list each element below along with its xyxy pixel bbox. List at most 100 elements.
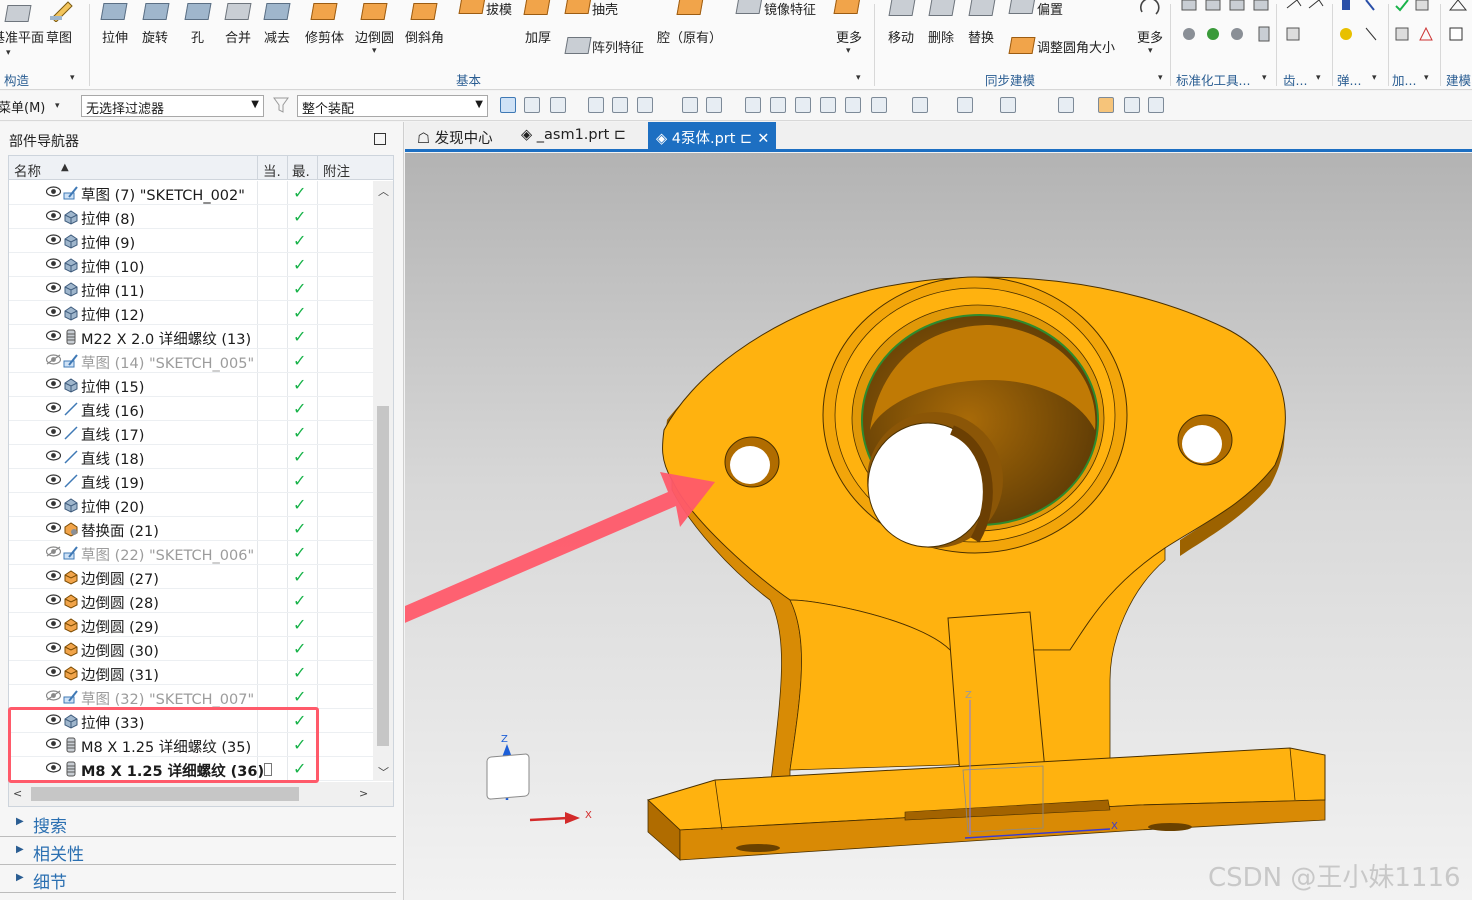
tree-row[interactable]: 拉伸 (20) ✓: [9, 493, 373, 517]
scroll-down-icon[interactable]: ﹀: [378, 764, 389, 780]
visibility-icon[interactable]: [45, 642, 62, 653]
tree-row[interactable]: 拉伸 (15) ✓: [9, 373, 373, 397]
delete-face-button[interactable]: 删除: [928, 27, 954, 46]
horizontal-scroll-thumb[interactable]: [31, 787, 299, 801]
clip-section-icon[interactable]: [871, 97, 887, 113]
shell-button[interactable]: 抽壳: [592, 0, 618, 18]
color-icon[interactable]: [1098, 97, 1114, 113]
wcs-icon[interactable]: [706, 97, 722, 113]
visibility-icon[interactable]: [45, 258, 62, 269]
tree-row[interactable]: 拉伸 (11) ✓: [9, 277, 373, 301]
select-group-icon[interactable]: [612, 97, 628, 113]
subtract-button[interactable]: 减去: [264, 27, 290, 46]
group-add[interactable]: 加...: [1392, 70, 1416, 89]
wireframe-view-icon[interactable]: [845, 97, 861, 113]
tree-row[interactable]: 拉伸 (12) ✓: [9, 301, 373, 325]
visibility-icon[interactable]: [45, 426, 62, 437]
chevron-down-icon[interactable]: ▾: [1316, 73, 1321, 83]
column-current-header[interactable]: 当.: [263, 160, 281, 180]
tree-row[interactable]: 边倒圆 (30) ✓: [9, 637, 373, 661]
tab-asm1[interactable]: ◈ _asm1.prt ⊏: [513, 122, 634, 150]
tree-row[interactable]: 边倒圆 (27) ✓: [9, 565, 373, 589]
tree-row[interactable]: 拉伸 (8) ✓: [9, 205, 373, 229]
unite-button[interactable]: 合并: [225, 27, 251, 46]
sketch-button[interactable]: 草图: [46, 27, 72, 46]
edit-object-display-icon[interactable]: [1058, 97, 1074, 113]
visibility-icon[interactable]: [45, 594, 62, 605]
tree-row[interactable]: 直线 (18) ✓: [9, 445, 373, 469]
visibility-off-icon[interactable]: [45, 546, 62, 557]
thicken-button[interactable]: 加厚: [525, 27, 551, 46]
layer-settings-icon[interactable]: [1000, 97, 1016, 113]
rotate-icon[interactable]: [795, 97, 811, 113]
visibility-icon[interactable]: [45, 234, 62, 245]
resize-blend-button[interactable]: 调整圆角大小: [1037, 37, 1115, 56]
trim-body-button[interactable]: 修剪体: [305, 27, 344, 46]
group-standard-tools[interactable]: 标准化工具...: [1176, 70, 1250, 89]
vertical-scroll-thumb[interactable]: [377, 406, 389, 746]
section-details[interactable]: ▶ 细节: [0, 865, 396, 893]
filter-icon[interactable]: [273, 97, 289, 113]
shaded-view-icon[interactable]: [820, 97, 836, 113]
visibility-off-icon[interactable]: [45, 354, 62, 365]
measure-icon[interactable]: [1148, 97, 1164, 113]
visibility-icon[interactable]: [45, 306, 62, 317]
section-search[interactable]: ▶ 搜索: [0, 809, 396, 837]
visibility-icon[interactable]: [45, 522, 62, 533]
tree-row[interactable]: 直线 (17) ✓: [9, 421, 373, 445]
tab-discovery-center[interactable]: ☖ 发现中心: [409, 122, 501, 150]
select-body-icon[interactable]: [550, 97, 566, 113]
scroll-left-icon[interactable]: <: [13, 787, 22, 800]
type-filter-select[interactable]: 无选择过滤器 ▼: [81, 95, 264, 117]
chevron-down-icon[interactable]: ▾: [70, 73, 75, 83]
show-hide-icon[interactable]: [682, 97, 698, 113]
hole-button[interactable]: 孔: [191, 27, 204, 46]
draft-button[interactable]: 拔模: [486, 0, 512, 18]
chevron-down-icon[interactable]: ▾: [1424, 73, 1429, 83]
chevron-down-icon[interactable]: ▾: [1372, 73, 1377, 83]
tree-row[interactable]: 边倒圆 (28) ✓: [9, 589, 373, 613]
gear-tools-icon-cluster[interactable]: [1285, 0, 1330, 50]
scroll-up-icon[interactable]: ︿: [378, 183, 389, 199]
menu-button[interactable]: 菜单(M): [0, 97, 45, 116]
cavity-button[interactable]: 腔（原有）: [657, 27, 722, 46]
tab-pump-body[interactable]: ◈ 4泵体.prt ⊏ ✕: [648, 122, 776, 150]
orient-view-icon[interactable]: [957, 97, 973, 113]
chevron-down-icon[interactable]: ▾: [1262, 73, 1267, 83]
revolve-button[interactable]: 旋转: [142, 27, 168, 46]
tree-row[interactable]: 直线 (19) ✓: [9, 469, 373, 493]
column-latest-header[interactable]: 最.: [292, 160, 310, 180]
visibility-icon[interactable]: [45, 666, 62, 677]
tree-row[interactable]: 替换面 (21) ✓: [9, 517, 373, 541]
visibility-icon[interactable]: [45, 210, 62, 221]
visibility-icon[interactable]: [45, 474, 62, 485]
chevron-down-icon[interactable]: ▾: [1158, 73, 1163, 83]
tree-row[interactable]: 拉伸 (9) ✓: [9, 229, 373, 253]
visibility-icon[interactable]: [45, 186, 62, 197]
section-dependencies[interactable]: ▶ 相关性: [0, 837, 396, 865]
column-name-header[interactable]: 名称: [14, 160, 41, 180]
tree-row[interactable]: 边倒圆 (31) ✓: [9, 661, 373, 685]
offset-region-button[interactable]: 偏置: [1037, 0, 1063, 18]
chevron-down-icon[interactable]: ▾: [55, 101, 60, 111]
more-button-sync[interactable]: 更多: [1137, 27, 1163, 46]
modeling-icon-cluster[interactable]: [1446, 0, 1470, 50]
render-style-icon[interactable]: [912, 97, 928, 113]
chamfer-button[interactable]: 倒斜角: [405, 27, 444, 46]
selection-scope-select[interactable]: 整个装配 ▼: [297, 95, 488, 117]
spring-tools-icon-cluster[interactable]: [1338, 0, 1383, 50]
chevron-down-icon[interactable]: ▾: [856, 73, 861, 83]
select-face-icon[interactable]: [524, 97, 540, 113]
sort-ascending-icon[interactable]: ▲: [61, 162, 69, 173]
tree-row[interactable]: M22 X 2.0 详细螺纹 (13) ✓: [9, 325, 373, 349]
tree-row[interactable]: 草图 (14) "SKETCH_005" ✓: [9, 349, 373, 373]
brush-icon[interactable]: [1124, 97, 1140, 113]
visibility-icon[interactable]: [45, 330, 62, 341]
visibility-icon[interactable]: [45, 498, 62, 509]
pump-body-model[interactable]: [405, 153, 1472, 900]
snap-icon[interactable]: [588, 97, 604, 113]
tree-row[interactable]: 草图 (7) "SKETCH_002" ✓: [9, 181, 373, 205]
tree-row[interactable]: 直线 (16) ✓: [9, 397, 373, 421]
snap-point-icon[interactable]: [637, 97, 653, 113]
chevron-down-icon[interactable]: ▾: [1148, 46, 1153, 56]
